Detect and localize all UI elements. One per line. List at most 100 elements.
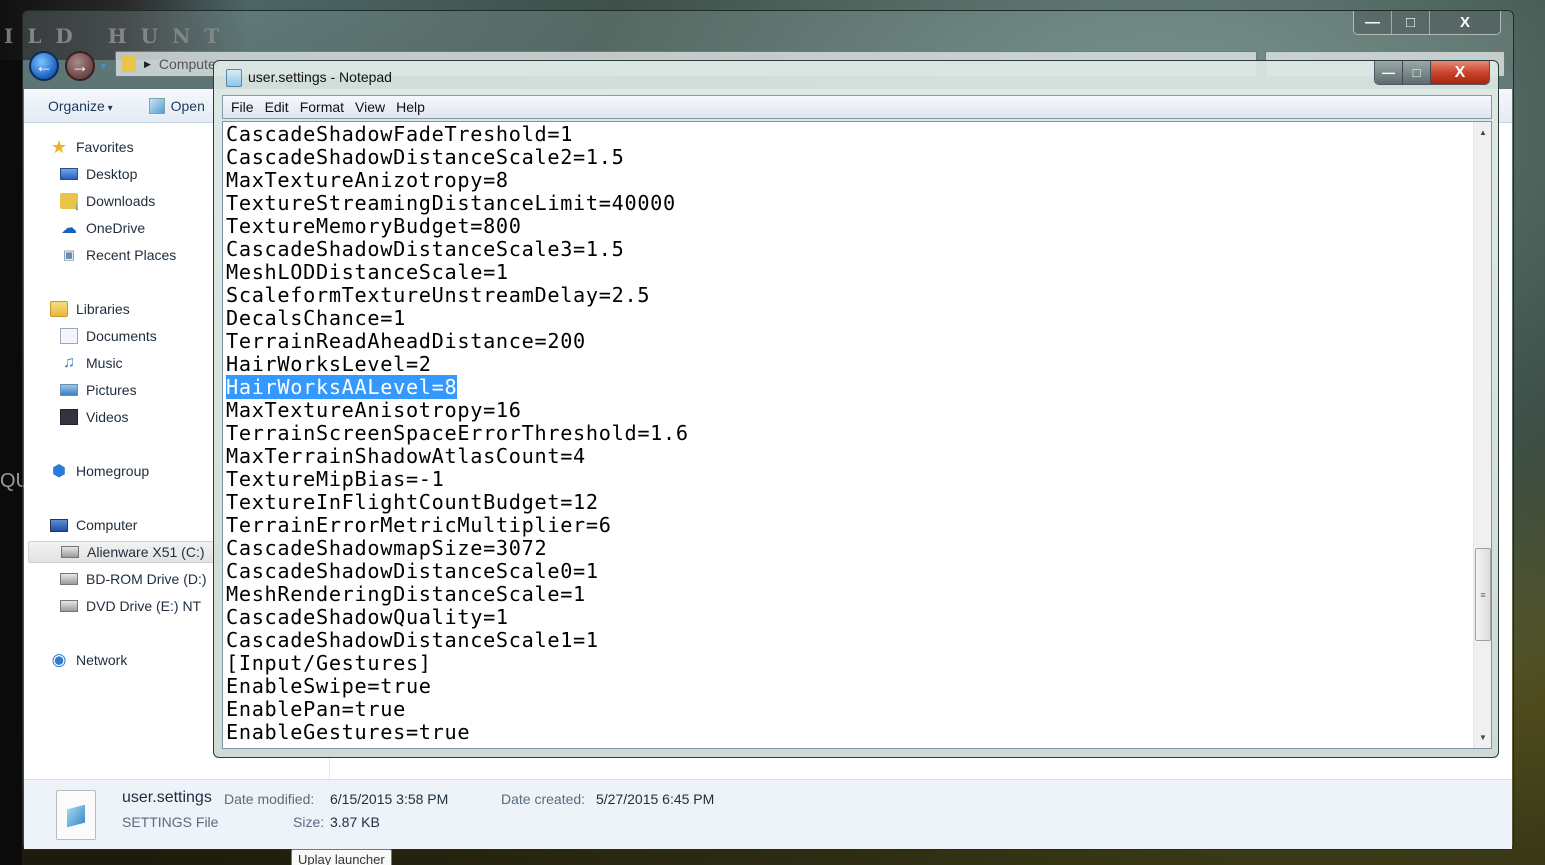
open-button[interactable]: Open bbox=[148, 97, 205, 114]
text-line[interactable]: TerrainErrorMetricMultiplier=6 bbox=[226, 514, 689, 537]
notepad-text-area[interactable]: CascadeShadowFadeTreshold=1 CascadeShadow… bbox=[222, 121, 1492, 749]
nav-label: Alienware X51 (C:) bbox=[87, 544, 205, 560]
nav-music[interactable]: ♫ Music bbox=[60, 352, 123, 374]
nav-libraries[interactable]: Libraries bbox=[50, 298, 130, 320]
explorer-maximize-button[interactable]: □ bbox=[1392, 11, 1430, 34]
menu-format[interactable]: Format bbox=[300, 99, 344, 115]
nav-videos[interactable]: Videos bbox=[60, 406, 129, 428]
nav-label: Pictures bbox=[86, 382, 137, 398]
text-line[interactable]: CascadeShadowDistanceScale1=1 bbox=[226, 629, 689, 652]
pictures-icon bbox=[60, 384, 78, 396]
text-line[interactable]: TextureMemoryBudget=800 bbox=[226, 215, 689, 238]
taskbar-tooltip: Uplay launcher bbox=[291, 849, 392, 865]
notepad-maximize-button[interactable]: □ bbox=[1403, 61, 1431, 84]
text-line-content: EnablePan=true bbox=[226, 697, 406, 721]
text-line-content: HairWorksLevel=2 bbox=[226, 352, 432, 376]
nav-label: Music bbox=[86, 355, 123, 371]
organize-button[interactable]: Organize bbox=[48, 98, 113, 114]
nav-label: Recent Places bbox=[86, 247, 177, 263]
scroll-down-arrow-icon[interactable]: ▼ bbox=[1474, 729, 1491, 746]
forward-button[interactable]: → bbox=[65, 51, 95, 81]
scroll-up-arrow-icon[interactable]: ▲ bbox=[1474, 124, 1491, 141]
nav-drive-e[interactable]: DVD Drive (E:) NT bbox=[60, 595, 201, 617]
text-line-content: TextureInFlightCountBudget=12 bbox=[226, 490, 599, 514]
text-line[interactable]: TextureMipBias=-1 bbox=[226, 468, 689, 491]
text-line[interactable]: EnableSwipe=true bbox=[226, 675, 689, 698]
text-line[interactable]: TerrainScreenSpaceErrorThreshold=1.6 bbox=[226, 422, 689, 445]
nav-drive-d[interactable]: BD-ROM Drive (D:) bbox=[60, 568, 207, 590]
explorer-minimize-button[interactable]: — bbox=[1354, 11, 1392, 34]
nav-label: OneDrive bbox=[86, 220, 146, 236]
text-line[interactable]: MeshLODDistanceScale=1 bbox=[226, 261, 689, 284]
desktop-background-left bbox=[0, 0, 22, 865]
vertical-scrollbar[interactable]: ▲ ≡ ▼ bbox=[1473, 122, 1491, 748]
text-line[interactable]: MaxTextureAnisotropy=16 bbox=[226, 399, 689, 422]
explorer-close-button[interactable]: X bbox=[1430, 11, 1500, 34]
nav-onedrive[interactable]: ☁ OneDrive bbox=[60, 217, 145, 239]
text-line[interactable]: HairWorksLevel=2 bbox=[226, 353, 689, 376]
menu-view[interactable]: View bbox=[355, 99, 385, 115]
back-button[interactable]: ← bbox=[29, 51, 59, 81]
nav-label: Videos bbox=[86, 409, 129, 425]
nav-computer[interactable]: Computer bbox=[50, 514, 137, 536]
nav-pictures[interactable]: Pictures bbox=[60, 379, 137, 401]
text-line-content: ScaleformTextureUnstreamDelay=2.5 bbox=[226, 283, 651, 307]
nav-favorites[interactable]: ★ Favorites bbox=[50, 136, 134, 158]
videos-icon bbox=[60, 409, 78, 425]
notepad-close-button[interactable]: X bbox=[1431, 61, 1489, 84]
recent-places-icon: ▣ bbox=[62, 247, 76, 262]
menu-edit[interactable]: Edit bbox=[265, 99, 289, 115]
text-line[interactable]: TerrainReadAheadDistance=200 bbox=[226, 330, 689, 353]
text-line[interactable]: CascadeShadowQuality=1 bbox=[226, 606, 689, 629]
text-line[interactable]: EnablePan=true bbox=[226, 698, 689, 721]
nav-homegroup[interactable]: ⬢ Homegroup bbox=[50, 460, 149, 482]
notepad-text[interactable]: CascadeShadowFadeTreshold=1 CascadeShadow… bbox=[226, 123, 689, 744]
breadcrumb-computer[interactable]: Computer bbox=[159, 56, 220, 72]
text-line[interactable]: CascadeShadowmapSize=3072 bbox=[226, 537, 689, 560]
text-line[interactable]: TextureStreamingDistanceLimit=40000 bbox=[226, 192, 689, 215]
menu-file[interactable]: File bbox=[231, 99, 254, 115]
text-line-content: CascadeShadowQuality=1 bbox=[226, 605, 509, 629]
nav-label: Homegroup bbox=[76, 463, 150, 479]
dvd-drive-icon bbox=[60, 600, 78, 612]
text-line-content: MaxTerrainShadowAtlasCount=4 bbox=[226, 444, 586, 468]
detail-date-modified-label: Date modified: bbox=[224, 791, 315, 807]
nav-recent-places[interactable]: ▣ Recent Places bbox=[60, 244, 176, 266]
computer-icon bbox=[50, 518, 68, 532]
recent-pages-dropdown[interactable]: ▼ bbox=[99, 61, 108, 71]
text-line[interactable]: MaxTerrainShadowAtlasCount=4 bbox=[226, 445, 689, 468]
nav-documents[interactable]: Documents bbox=[60, 325, 157, 347]
text-line-content: TerrainScreenSpaceErrorThreshold=1.6 bbox=[226, 421, 689, 445]
text-line-selected[interactable]: HairWorksAALevel=8 bbox=[226, 375, 689, 399]
arrow-left-icon: ← bbox=[35, 55, 53, 76]
scrollbar-thumb[interactable]: ≡ bbox=[1475, 548, 1491, 641]
detail-date-created-label: Date created: bbox=[501, 791, 586, 807]
breadcrumb-arrow-icon[interactable]: ▶ bbox=[144, 59, 151, 70]
desktop-icon bbox=[60, 168, 78, 180]
nav-desktop[interactable]: Desktop bbox=[60, 163, 137, 185]
text-line[interactable]: CascadeShadowDistanceScale0=1 bbox=[226, 560, 689, 583]
text-line-content: TerrainReadAheadDistance=200 bbox=[226, 329, 586, 353]
text-line[interactable]: [Input/Gestures] bbox=[226, 652, 689, 675]
text-line[interactable]: EnableGestures=true bbox=[226, 721, 689, 744]
menu-help[interactable]: Help bbox=[396, 99, 425, 115]
text-line[interactable]: TextureInFlightCountBudget=12 bbox=[226, 491, 689, 514]
text-line[interactable]: DecalsChance=1 bbox=[226, 307, 689, 330]
text-line-content: CascadeShadowDistanceScale0=1 bbox=[226, 559, 599, 583]
text-line[interactable]: MaxTextureAnizotropy=8 bbox=[226, 169, 689, 192]
downloads-icon bbox=[60, 193, 80, 213]
text-line-content: CascadeShadowDistanceScale1=1 bbox=[226, 628, 599, 652]
nav-downloads[interactable]: Downloads bbox=[60, 190, 155, 213]
text-line-content: MeshRenderingDistanceScale=1 bbox=[226, 582, 586, 606]
grip-icon: ≡ bbox=[1480, 589, 1486, 600]
nav-network[interactable]: ◉ Network bbox=[50, 649, 128, 671]
notepad-menubar: File Edit Format View Help bbox=[222, 95, 1492, 119]
text-line[interactable]: MeshRenderingDistanceScale=1 bbox=[226, 583, 689, 606]
notepad-minimize-button[interactable]: — bbox=[1375, 61, 1403, 84]
text-line[interactable]: CascadeShadowDistanceScale3=1.5 bbox=[226, 238, 689, 261]
text-line[interactable]: CascadeShadowDistanceScale2=1.5 bbox=[226, 146, 689, 169]
text-line-content: TextureMemoryBudget=800 bbox=[226, 214, 522, 238]
text-line[interactable]: ScaleformTextureUnstreamDelay=2.5 bbox=[226, 284, 689, 307]
text-line[interactable]: CascadeShadowFadeTreshold=1 bbox=[226, 123, 689, 146]
text-line-content: CascadeShadowFadeTreshold=1 bbox=[226, 122, 574, 146]
